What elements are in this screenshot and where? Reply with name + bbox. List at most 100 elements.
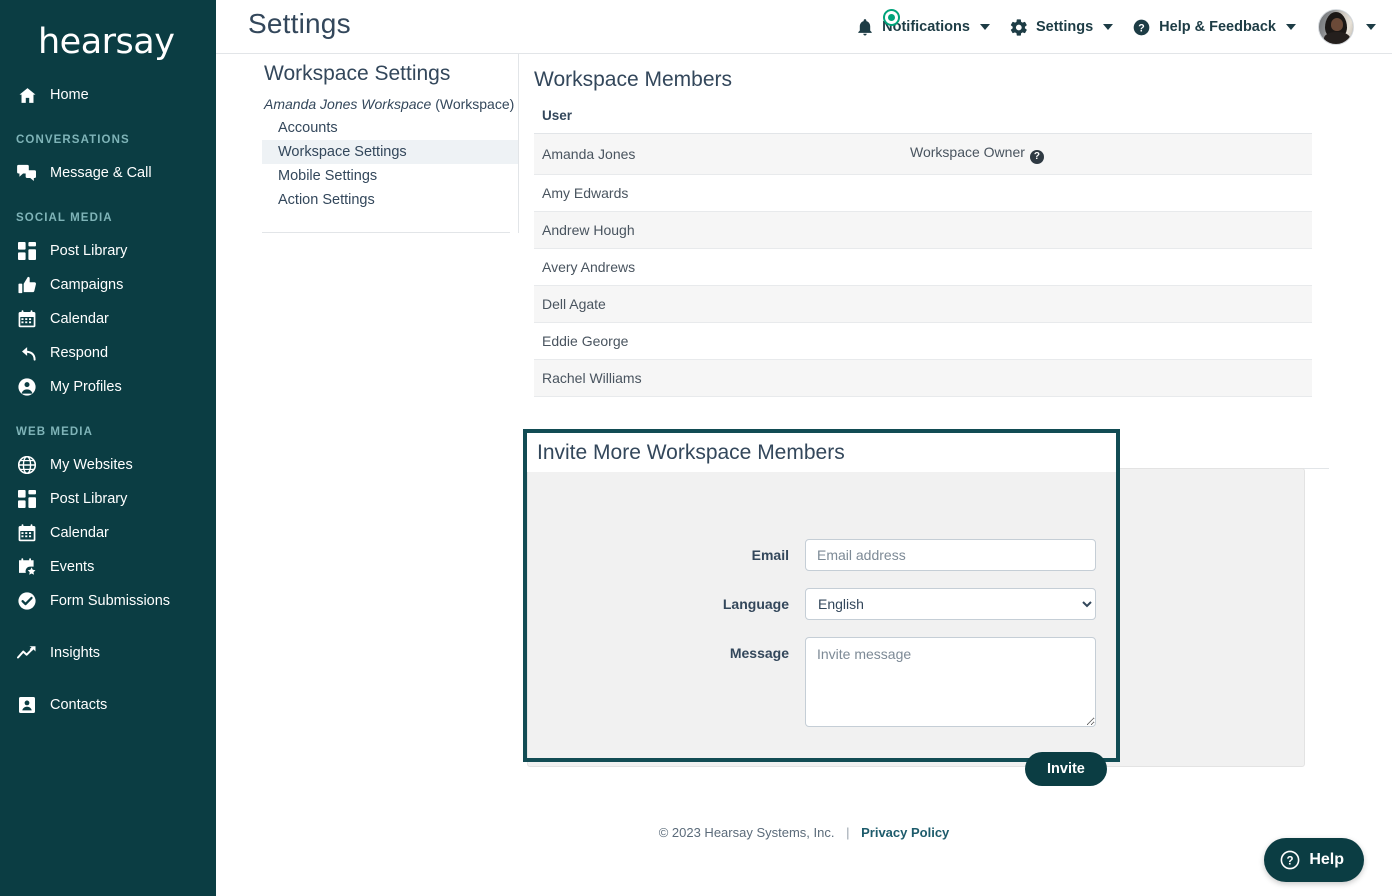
sidebar-group-label-web-media: WEB MEDIA (16, 426, 93, 438)
bell-icon (857, 18, 873, 36)
email-field-wrap (805, 539, 1096, 571)
question-circle-icon: ? (1133, 19, 1150, 36)
members-table-head: User (534, 108, 1312, 134)
avatar-body (1324, 32, 1350, 44)
contact-card-icon (16, 695, 38, 715)
question-circle-icon: ? (1280, 850, 1300, 870)
workspace-members-section: Workspace Members User Amanda Jones Works… (534, 54, 1329, 397)
sidebar-group-label-conversations: CONVERSATIONS (16, 134, 130, 146)
sidebar-item-message-call[interactable]: Message & Call (0, 156, 216, 190)
top-bar: Settings Notifications Settings ? Help &… (216, 0, 1392, 54)
sidebar-item-label: Calendar (50, 311, 109, 327)
member-name-cell: Rachel Williams (534, 359, 902, 397)
sidebar-item-label: Respond (50, 345, 109, 361)
sidebar-item-label: Events (50, 559, 95, 575)
column-header-user: User (534, 108, 902, 134)
sidebar-item-post-library[interactable]: Post Library (0, 234, 216, 268)
privacy-policy-link[interactable]: Privacy Policy (861, 825, 949, 840)
main-content: Workspace Settings Amanda Jones Workspac… (216, 54, 1392, 896)
table-row: Andrew Hough (534, 211, 1312, 249)
member-role-cell (902, 285, 1312, 323)
sidebar-group-label-social-media: SOCIAL MEDIA (16, 212, 113, 224)
sidebar-item-home[interactable]: Home (0, 78, 216, 112)
table-row: Amy Edwards (534, 174, 1312, 212)
chevron-down-icon (979, 24, 990, 30)
member-name-cell: Andrew Hough (534, 211, 902, 249)
sidebar-item-events[interactable]: Events (0, 550, 216, 584)
table-header-row: User (534, 108, 1312, 134)
message-textarea[interactable] (805, 637, 1096, 727)
sidebar-nav: Home CONVERSATIONS Message & Call SOCIAL ME… (0, 78, 216, 722)
sidebar-item-campaigns[interactable]: Campaigns (0, 268, 216, 302)
hearsay-logo[interactable]: hearsay (0, 0, 216, 78)
settings-nav-item-mobile-settings[interactable]: Mobile Settings (262, 164, 518, 188)
sidebar-item-label: Home (50, 87, 89, 103)
table-row: Amanda Jones Workspace Owner? (534, 133, 1312, 175)
avatar-face (1331, 18, 1343, 31)
message-field-wrap (805, 637, 1096, 732)
grid-icon (16, 241, 38, 261)
avatar[interactable] (1318, 9, 1354, 45)
chevron-down-icon (1286, 24, 1296, 30)
sidebar-item-calendar[interactable]: Calendar (0, 516, 216, 550)
notifications-menu[interactable]: Notifications (847, 0, 1000, 54)
member-name-cell: Eddie George (534, 322, 902, 360)
email-row: Email (527, 539, 1096, 571)
message-label: Message (729, 645, 789, 661)
account-menu[interactable] (1354, 0, 1376, 54)
thumbs-up-icon (16, 275, 38, 295)
table-row: Rachel Williams (534, 359, 1312, 397)
workspace-members-title: Workspace Members (534, 68, 733, 91)
footer-separator: | (846, 825, 850, 840)
workspace-name-suffix: (Workspace) (435, 96, 515, 112)
home-icon (16, 85, 38, 105)
sidebar-item-label: Insights (50, 645, 100, 661)
settings-nav-divider (262, 232, 510, 233)
sidebar-item-calendar[interactable]: Calendar (0, 302, 216, 336)
invite-button[interactable]: Invite (1025, 752, 1107, 786)
member-role-cell (902, 174, 1312, 212)
svg-text:?: ? (1287, 855, 1294, 867)
language-select[interactable]: English (805, 588, 1096, 620)
help-feedback-menu[interactable]: ? Help & Feedback (1123, 0, 1306, 54)
globe-icon (16, 455, 38, 475)
sidebar-item-insights[interactable]: Insights (0, 636, 216, 670)
help-widget-label: Help (1309, 851, 1344, 868)
member-role-cell (902, 248, 1312, 286)
members-table: User Amanda Jones Workspace Owner? Amy Edw… (534, 108, 1312, 397)
settings-menu[interactable]: Settings (1000, 0, 1123, 54)
language-field-wrap: English (805, 588, 1096, 620)
sidebar-item-form-submissions[interactable]: Form Submissions (0, 584, 216, 618)
settings-nav-item-accounts[interactable]: Accounts (262, 116, 518, 140)
sidebar-item-label: Contacts (50, 697, 108, 713)
sidebar-item-label: Message & Call (50, 165, 152, 181)
email-label: Email (751, 547, 789, 563)
table-row: Dell Agate (534, 285, 1312, 323)
sidebar-item-respond[interactable]: Respond (0, 336, 216, 370)
settings-nav-item-workspace-settings[interactable]: Workspace Settings (262, 140, 518, 164)
calendar-icon (16, 523, 38, 543)
sidebar-item-my-websites[interactable]: My Websites (0, 448, 216, 482)
member-role-text: Workspace Owner (910, 144, 1025, 160)
sidebar-item-contacts[interactable]: Contacts (0, 688, 216, 722)
sidebar-item-label: Post Library (50, 243, 128, 259)
workspace-name: Amanda Jones Workspace (Workspace) (262, 96, 518, 116)
sidebar-item-label: Form Submissions (50, 593, 171, 609)
column-header-role (902, 108, 1312, 134)
footer: © 2023 Hearsay Systems, Inc. | Privacy P… (216, 825, 1392, 840)
notification-badge (883, 9, 901, 26)
sidebar-item-label: Calendar (50, 525, 109, 541)
sidebar-item-label: My Websites (50, 457, 133, 473)
calendar-icon (16, 309, 38, 329)
grid-icon (16, 489, 38, 509)
workspace-settings-title: Workspace Settings (264, 62, 451, 85)
help-widget-button[interactable]: ? Help (1264, 838, 1364, 882)
settings-label: Settings (1035, 19, 1094, 35)
members-table-body: Amanda Jones Workspace Owner? Amy Edwards A… (534, 133, 1312, 397)
settings-nav-item-action-settings[interactable]: Action Settings (262, 188, 518, 212)
role-help-icon[interactable]: ? (1029, 149, 1044, 164)
sidebar-item-my-profiles[interactable]: My Profiles (0, 370, 216, 404)
sidebar-item-post-library[interactable]: Post Library (0, 482, 216, 516)
email-input[interactable] (805, 539, 1096, 571)
